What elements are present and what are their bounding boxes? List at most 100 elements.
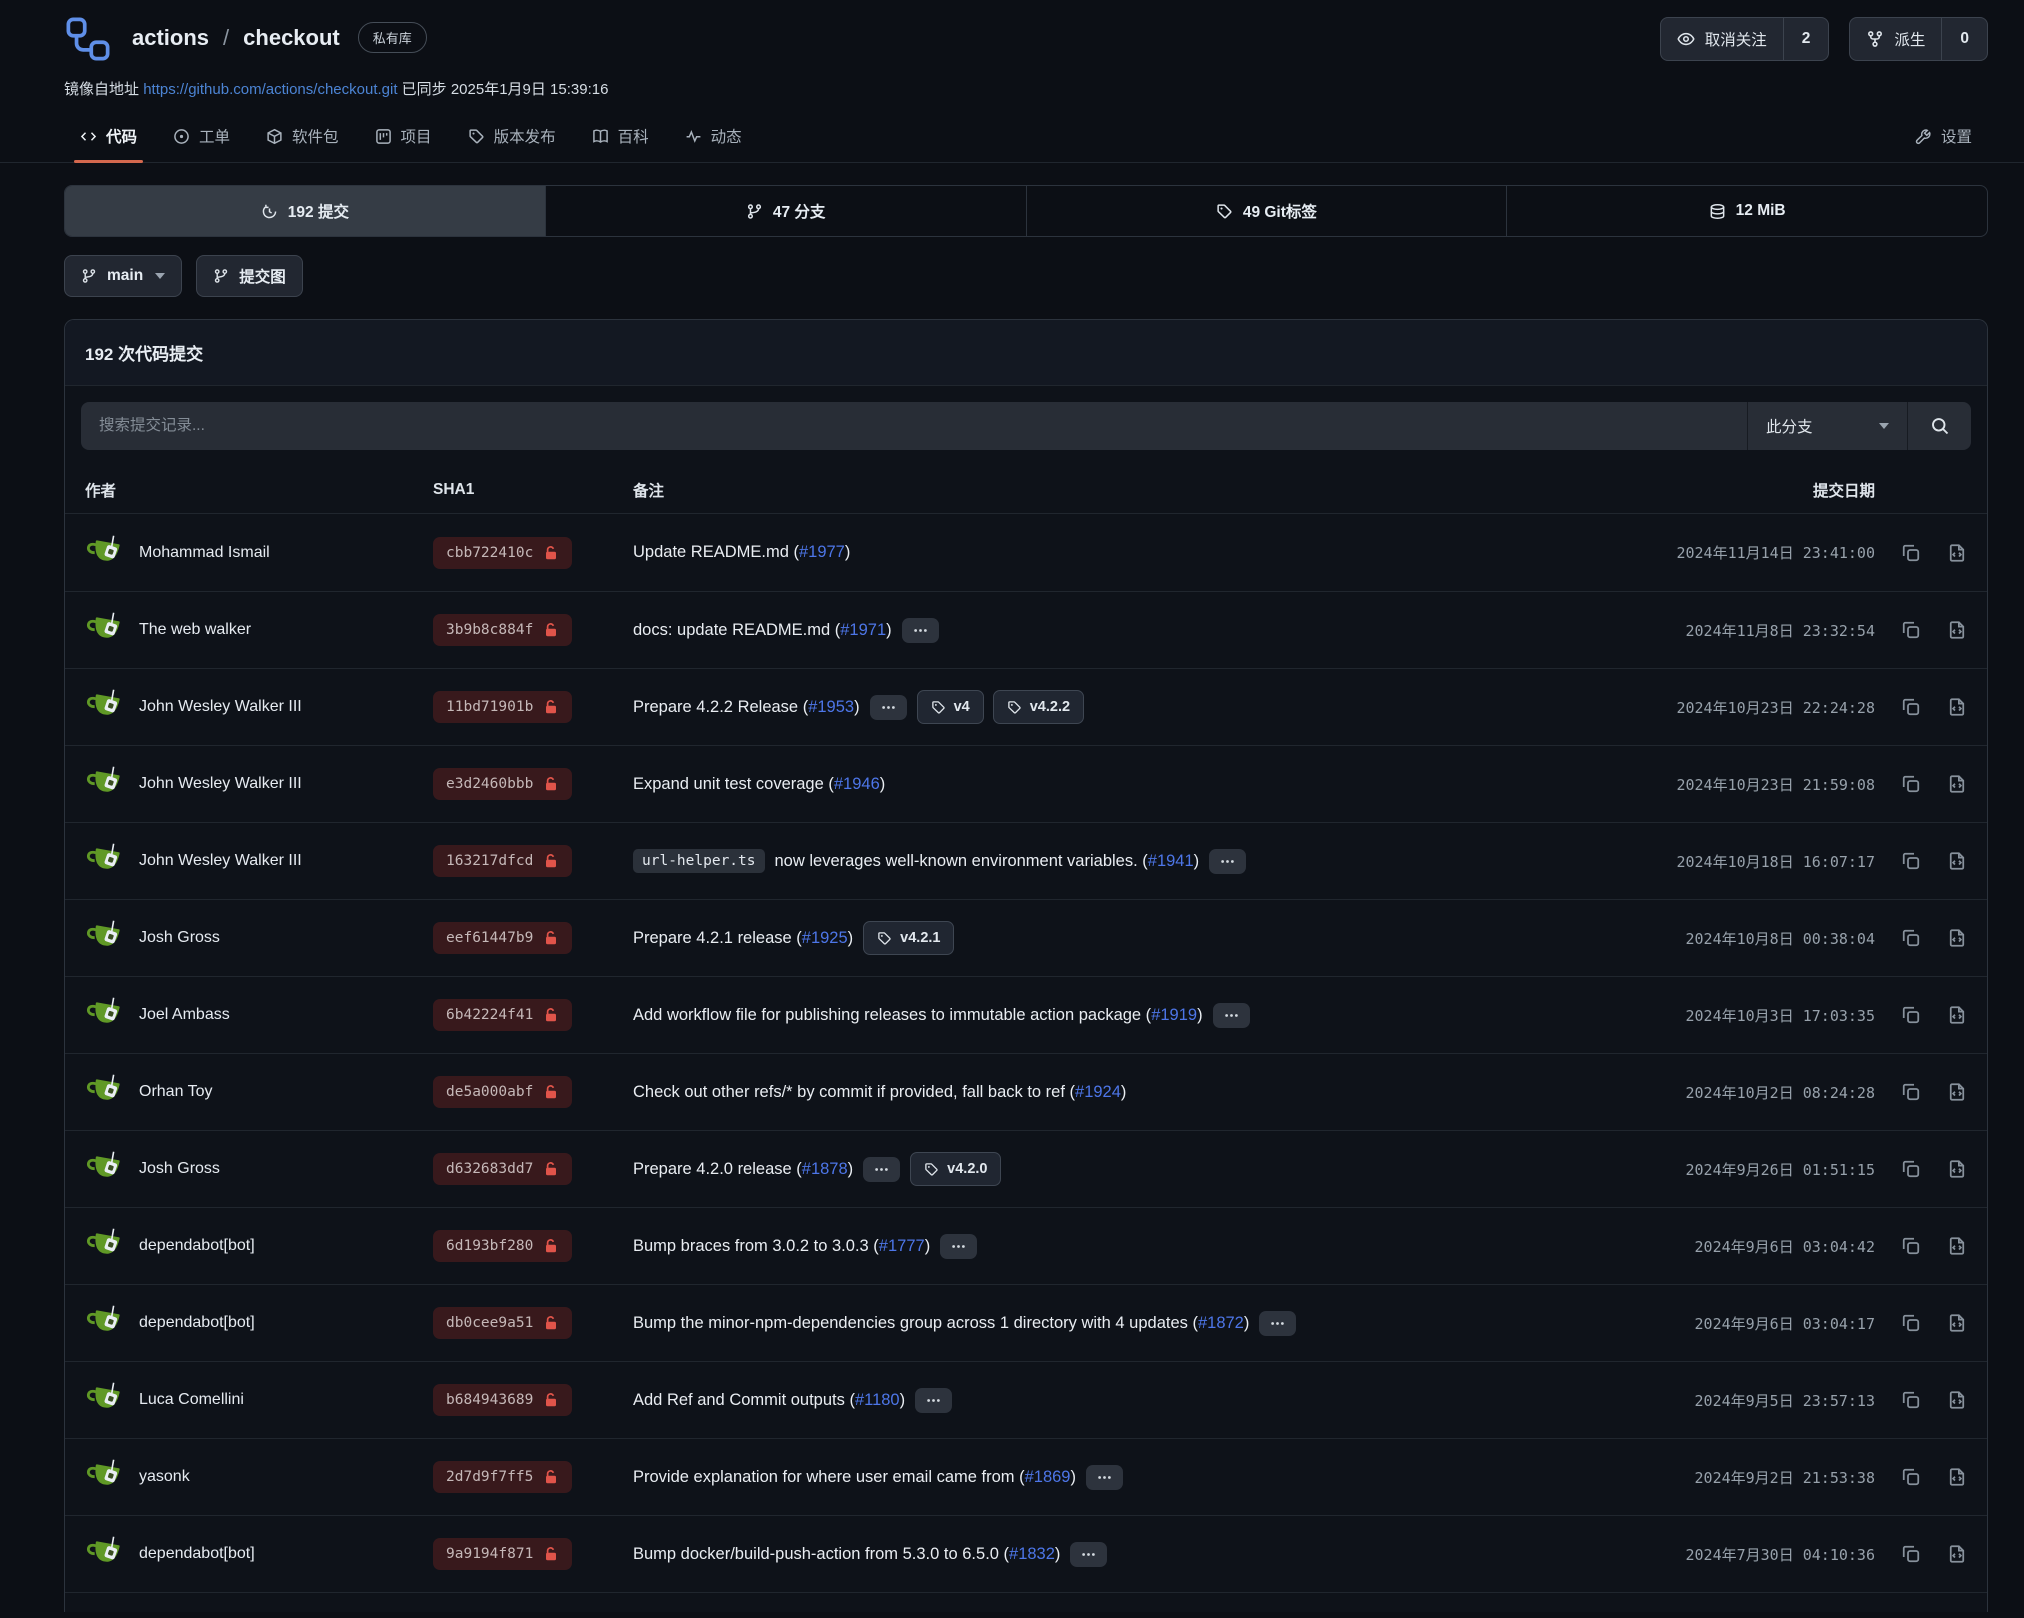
commit-author-name[interactable]: Josh Gross bbox=[139, 929, 220, 947]
search-scope-dropdown[interactable]: 此分支 bbox=[1747, 402, 1907, 450]
gitea-cup-avatar[interactable] bbox=[85, 1303, 125, 1343]
gitea-cup-avatar[interactable] bbox=[85, 1380, 125, 1420]
unwatch-button[interactable]: 取消关注 2 bbox=[1660, 17, 1830, 61]
commit-sha-link[interactable]: de5a000abf bbox=[433, 1076, 572, 1108]
commit-sha-link[interactable]: db0cee9a51 bbox=[433, 1307, 572, 1339]
copy-sha-button[interactable] bbox=[1901, 1390, 1921, 1410]
tab-projects[interactable]: 项目 bbox=[359, 113, 448, 162]
copy-sha-button[interactable] bbox=[1901, 543, 1921, 563]
tab-code[interactable]: 代码 bbox=[64, 113, 153, 162]
copy-sha-button[interactable] bbox=[1901, 1082, 1921, 1102]
expand-commit-button[interactable] bbox=[1209, 849, 1246, 874]
branch-selector[interactable]: main bbox=[64, 255, 182, 297]
tab-releases[interactable]: 版本发布 bbox=[452, 113, 572, 162]
commit-author-name[interactable]: yasonk bbox=[139, 1468, 190, 1486]
copy-sha-button[interactable] bbox=[1901, 928, 1921, 948]
commit-author-name[interactable]: dependabot[bot] bbox=[139, 1545, 255, 1563]
copy-sha-button[interactable] bbox=[1901, 620, 1921, 640]
commit-sha-link[interactable]: 6d193bf280 bbox=[433, 1230, 572, 1262]
pr-link[interactable]: #1180 bbox=[855, 1391, 900, 1409]
copy-sha-button[interactable] bbox=[1901, 1236, 1921, 1256]
commit-author-name[interactable]: John Wesley Walker III bbox=[139, 852, 302, 870]
tag-pill[interactable]: v4.2.0 bbox=[910, 1152, 1001, 1186]
commit-sha-link[interactable]: 163217dfcd bbox=[433, 845, 572, 877]
tag-pill[interactable]: v4.2.2 bbox=[993, 690, 1084, 724]
gitea-cup-avatar[interactable] bbox=[85, 610, 125, 650]
stat-git-tags[interactable]: 49 Git标签 bbox=[1026, 186, 1507, 236]
tab-settings[interactable]: 设置 bbox=[1899, 113, 1988, 162]
pr-link[interactable]: #1777 bbox=[879, 1237, 925, 1255]
mirror-url-link[interactable]: https://github.com/actions/checkout.git bbox=[143, 81, 397, 98]
view-file-at-commit-button[interactable] bbox=[1947, 1544, 1967, 1564]
commit-author-name[interactable]: John Wesley Walker III bbox=[139, 698, 302, 716]
tab-issues[interactable]: 工单 bbox=[157, 113, 246, 162]
view-file-at-commit-button[interactable] bbox=[1947, 1159, 1967, 1179]
commit-author-name[interactable]: Mohammad Ismail bbox=[139, 544, 270, 562]
pr-link[interactable]: #1924 bbox=[1075, 1083, 1121, 1101]
view-file-at-commit-button[interactable] bbox=[1947, 1390, 1967, 1410]
pr-link[interactable]: #1919 bbox=[1151, 1006, 1197, 1024]
view-file-at-commit-button[interactable] bbox=[1947, 543, 1967, 563]
commit-author-name[interactable]: Luca Comellini bbox=[139, 1391, 244, 1409]
view-file-at-commit-button[interactable] bbox=[1947, 1467, 1967, 1487]
stat-branches[interactable]: 47 分支 bbox=[545, 186, 1026, 236]
view-file-at-commit-button[interactable] bbox=[1947, 620, 1967, 640]
repo-owner-link[interactable]: actions bbox=[132, 25, 209, 51]
pr-link[interactable]: #1872 bbox=[1198, 1314, 1244, 1332]
expand-commit-button[interactable] bbox=[1070, 1542, 1107, 1567]
stat-size[interactable]: 12 MiB bbox=[1506, 186, 1987, 236]
commit-author-name[interactable]: John Wesley Walker III bbox=[139, 775, 302, 793]
commit-author-name[interactable]: Josh Gross bbox=[139, 1160, 220, 1178]
commit-sha-link[interactable]: b684943689 bbox=[433, 1384, 572, 1416]
gitea-cup-avatar[interactable] bbox=[85, 764, 125, 804]
gitea-cup-avatar[interactable] bbox=[85, 1534, 125, 1574]
copy-sha-button[interactable] bbox=[1901, 851, 1921, 871]
copy-sha-button[interactable] bbox=[1901, 774, 1921, 794]
expand-commit-button[interactable] bbox=[870, 695, 907, 720]
view-file-at-commit-button[interactable] bbox=[1947, 928, 1967, 948]
pr-link[interactable]: #1971 bbox=[840, 621, 886, 639]
tag-pill[interactable]: v4.2.1 bbox=[863, 921, 954, 955]
copy-sha-button[interactable] bbox=[1901, 697, 1921, 717]
commit-sha-link[interactable]: cbb722410c bbox=[433, 537, 572, 569]
commit-author-name[interactable]: dependabot[bot] bbox=[139, 1314, 255, 1332]
expand-commit-button[interactable] bbox=[1086, 1465, 1123, 1490]
gitea-cup-avatar[interactable] bbox=[85, 841, 125, 881]
commit-sha-link[interactable]: e3d2460bbb bbox=[433, 768, 572, 800]
commit-search-input[interactable] bbox=[81, 402, 1747, 450]
commit-sha-link[interactable]: d632683dd7 bbox=[433, 1153, 572, 1185]
expand-commit-button[interactable] bbox=[915, 1388, 952, 1413]
copy-sha-button[interactable] bbox=[1901, 1467, 1921, 1487]
copy-sha-button[interactable] bbox=[1901, 1313, 1921, 1333]
gitea-cup-avatar[interactable] bbox=[85, 1457, 125, 1497]
watchers-count[interactable]: 2 bbox=[1783, 18, 1829, 60]
pr-link[interactable]: #1977 bbox=[799, 543, 845, 561]
commit-sha-link[interactable]: 3b9b8c884f bbox=[433, 614, 572, 646]
expand-commit-button[interactable] bbox=[940, 1234, 977, 1259]
view-file-at-commit-button[interactable] bbox=[1947, 1082, 1967, 1102]
gitea-cup-avatar[interactable] bbox=[85, 687, 125, 727]
commit-graph-button[interactable]: 提交图 bbox=[196, 255, 303, 297]
commit-sha-link[interactable]: 6b42224f41 bbox=[433, 999, 572, 1031]
commit-author-name[interactable]: Orhan Toy bbox=[139, 1083, 213, 1101]
repo-name-link[interactable]: checkout bbox=[243, 25, 340, 51]
search-button[interactable] bbox=[1907, 402, 1971, 450]
expand-commit-button[interactable] bbox=[863, 1157, 900, 1182]
view-file-at-commit-button[interactable] bbox=[1947, 697, 1967, 717]
pr-link[interactable]: #1869 bbox=[1025, 1468, 1071, 1486]
fork-button[interactable]: 派生 0 bbox=[1849, 17, 1988, 61]
copy-sha-button[interactable] bbox=[1901, 1159, 1921, 1179]
gitea-cup-avatar[interactable] bbox=[85, 533, 125, 573]
gitea-cup-avatar[interactable] bbox=[85, 1149, 125, 1189]
commit-sha-link[interactable]: 9a9194f871 bbox=[433, 1538, 572, 1570]
gitea-cup-avatar[interactable] bbox=[85, 1072, 125, 1112]
view-file-at-commit-button[interactable] bbox=[1947, 1313, 1967, 1333]
copy-sha-button[interactable] bbox=[1901, 1544, 1921, 1564]
pr-link[interactable]: #1832 bbox=[1009, 1545, 1055, 1563]
expand-commit-button[interactable] bbox=[902, 618, 939, 643]
pr-link[interactable]: #1925 bbox=[802, 929, 848, 947]
commit-sha-link[interactable]: eef61447b9 bbox=[433, 922, 572, 954]
view-file-at-commit-button[interactable] bbox=[1947, 851, 1967, 871]
tab-packages[interactable]: 软件包 bbox=[250, 113, 355, 162]
tab-wiki[interactable]: 百科 bbox=[576, 113, 665, 162]
